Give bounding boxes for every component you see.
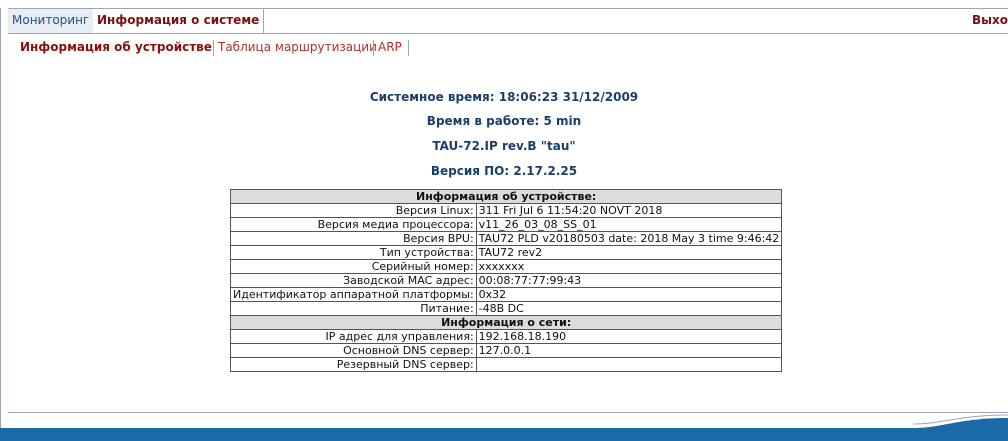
main-nav: Мониторинг Информация о системе Выхо — [8, 8, 1008, 34]
table-row: IP адрес для управления: 192.168.18.190 — [230, 329, 783, 344]
table-row: Питание: -48B DC — [230, 301, 783, 316]
firmware-version: Версия ПО: 2.17.2.25 — [430, 164, 578, 178]
row-value: TAU72 rev2 — [475, 245, 783, 260]
row-value: TAU72 PLD v20180503 date: 2018 May 3 tim… — [475, 231, 783, 246]
top-bar: Мониторинг Информация о системе Выхо — [0, 0, 1008, 433]
row-label: IP адрес для управления: — [230, 329, 477, 344]
subtab-separator — [408, 40, 409, 56]
network-info-header: Информация о сети: — [229, 315, 783, 330]
row-label: Серийный номер: — [230, 259, 477, 274]
row-value: v11_26_03_08_SS_01 — [475, 217, 783, 232]
row-label: Версия BPU: — [230, 231, 477, 246]
row-value: -48B DC — [475, 301, 783, 316]
system-time: Системное время: 18:06:23 31/12/2009 — [369, 90, 639, 104]
footer-curve-decoration — [913, 414, 1008, 441]
table-row: Серийный номер: xxxxxxx — [230, 259, 783, 274]
subtab-separator — [213, 40, 214, 56]
tab-system-info[interactable]: Информация о системе — [93, 9, 265, 33]
table-row: Основной DNS сервер: 127.0.0.1 — [230, 343, 783, 358]
row-label: Резервный DNS сервер: — [230, 357, 477, 372]
row-label: Версия медиа процессора: — [230, 217, 477, 232]
exit-link[interactable]: Выхо — [972, 9, 1008, 33]
row-value: 192.168.18.190 — [475, 329, 783, 344]
table-row: Версия медиа процессора: v11_26_03_08_SS_… — [230, 217, 783, 232]
table-row: Заводской MAC адрес: 00:08:77:77:99:43 — [230, 273, 783, 288]
uptime: Время в работе: 5 min — [426, 114, 582, 128]
row-value: xxxxxxx — [475, 259, 783, 274]
row-label: Идентификатор аппаратной платформы: — [230, 287, 477, 302]
subtab-routing-table[interactable]: Таблица маршрутизации — [218, 35, 377, 59]
device-info-header: Информация об устройстве: — [229, 189, 783, 204]
table-section-header: Информация об устройстве: — [229, 189, 783, 204]
frame-left-edge — [0, 8, 10, 433]
row-value: 127.0.0.1 — [475, 343, 783, 358]
row-label: Заводской MAC адрес: — [230, 273, 477, 288]
row-label: Питание: — [230, 301, 477, 316]
table-row: Резервный DNS сервер: — [230, 357, 783, 372]
subtab-arp[interactable]: ARP — [378, 35, 402, 59]
row-value — [475, 357, 783, 372]
row-label: Основной DNS сервер: — [230, 343, 477, 358]
table-row: Тип устройства: TAU72 rev2 — [230, 245, 783, 260]
row-label: Тип устройства: — [230, 245, 477, 260]
table-row: Идентификатор аппаратной платформы: 0x32 — [230, 287, 783, 302]
subtab-device-info[interactable]: Информация об устройстве — [20, 35, 212, 59]
footer-bar — [0, 428, 1008, 441]
table-row: Версия BPU: TAU72 PLD v20180503 date: 201… — [230, 231, 783, 246]
tab-monitoring[interactable]: Мониторинг — [8, 9, 95, 33]
device-model: TAU-72.IP rev.B "tau" — [432, 139, 576, 153]
footer-divider — [8, 412, 1008, 421]
row-label: Версия Linux: — [230, 203, 477, 218]
row-value: 0x32 — [475, 287, 783, 302]
subtab-separator — [373, 40, 374, 56]
device-info-table: Информация об устройстве: Версия Linux: 3… — [229, 189, 783, 372]
row-value: 311 Fri Jul 6 11:54:20 NOVT 2018 — [475, 203, 783, 218]
table-section-header: Информация о сети: — [229, 315, 783, 330]
table-row: Версия Linux: 311 Fri Jul 6 11:54:20 NOVT… — [230, 203, 783, 218]
row-value: 00:08:77:77:99:43 — [475, 273, 783, 288]
